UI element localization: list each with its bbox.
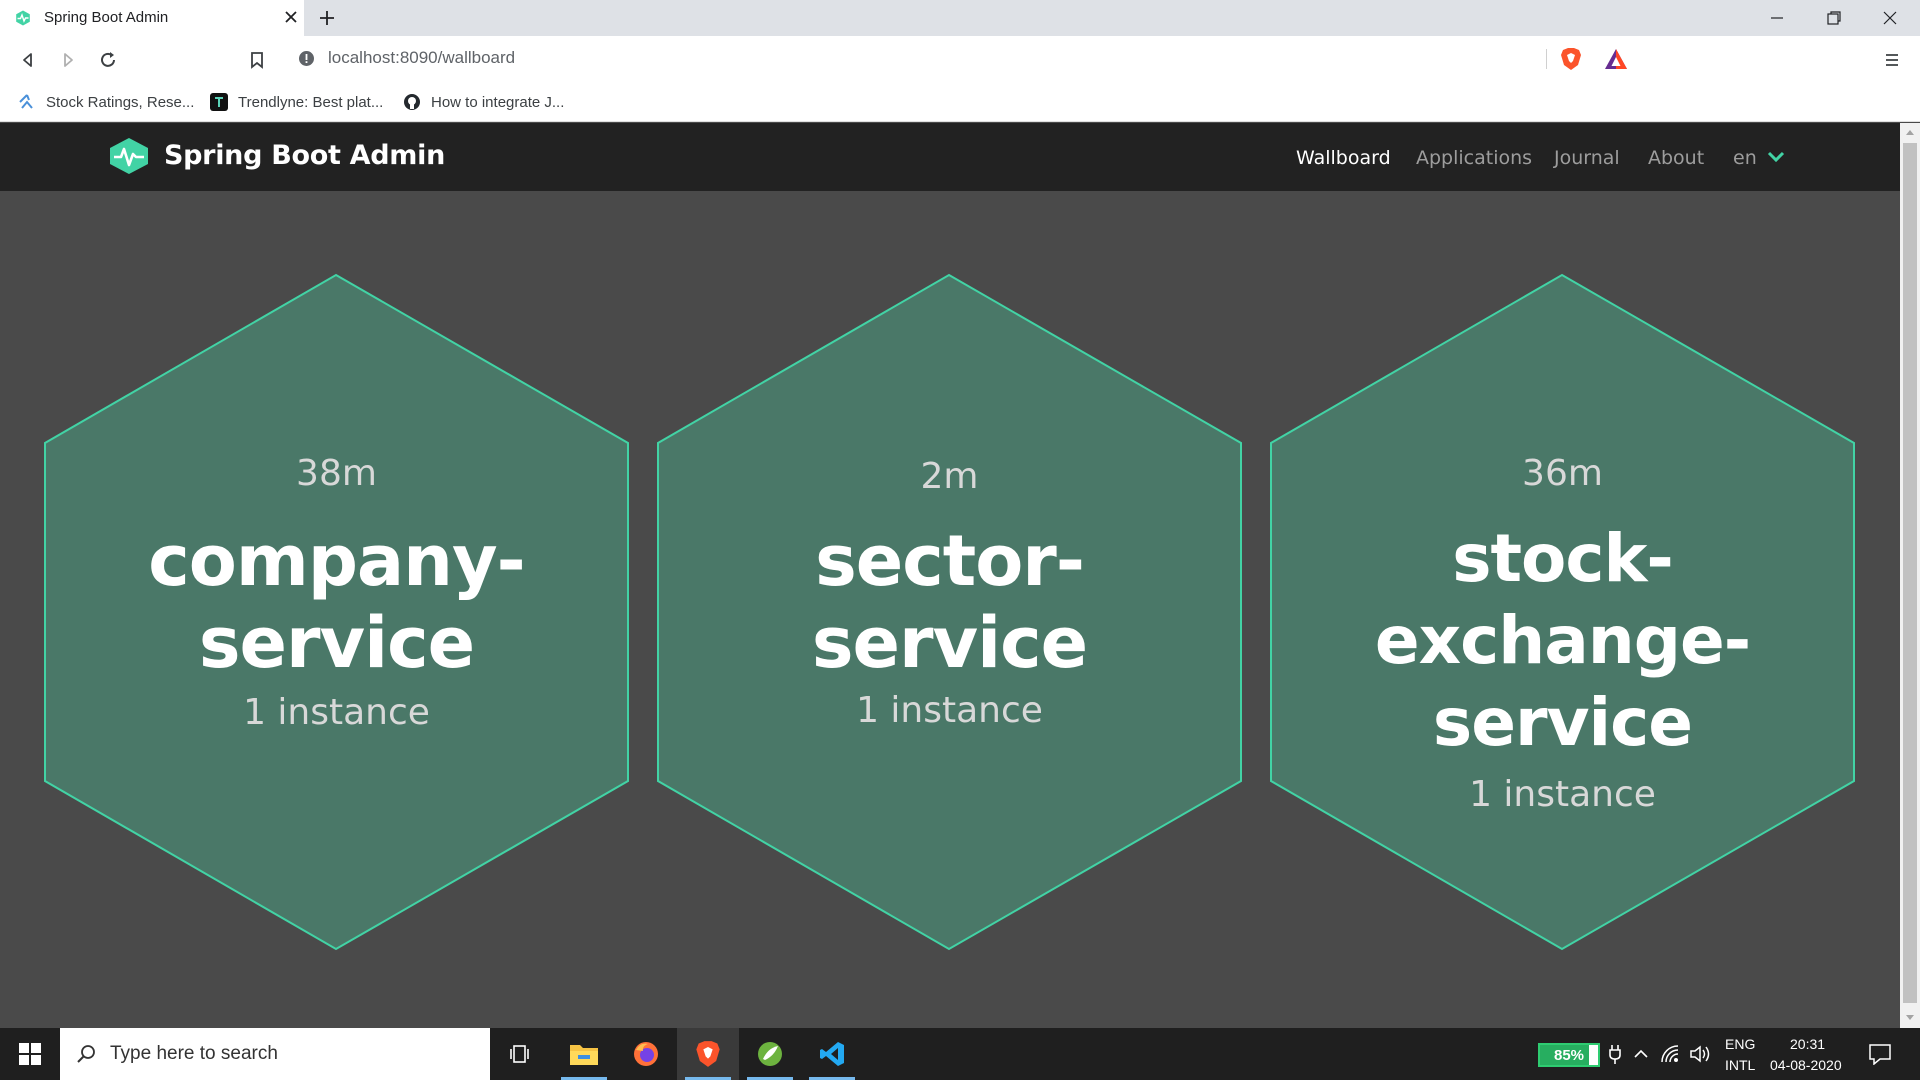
brave-icon — [696, 1041, 720, 1067]
vscode-icon — [820, 1042, 844, 1066]
clock-time[interactable]: 20:31 — [1790, 1036, 1825, 1052]
reload-icon[interactable] — [96, 48, 120, 72]
app-uptime: 36m — [1522, 453, 1603, 494]
spring-tool-suite-icon — [758, 1042, 782, 1066]
bookmark-item[interactable]: How to integrate J... — [403, 90, 564, 114]
bookmark-label: Trendlyne: Best plat... — [238, 93, 384, 111]
scroll-up-icon[interactable] — [1904, 127, 1916, 139]
task-view-button[interactable] — [490, 1028, 552, 1080]
app-name: company- service — [45, 520, 628, 684]
restore-icon — [1827, 11, 1841, 25]
app-instance-count: 1 instance — [856, 690, 1043, 731]
restore-button[interactable] — [1806, 0, 1862, 36]
close-window-button[interactable] — [1862, 0, 1918, 36]
bookmark-label: Stock Ratings, Rese... — [46, 93, 195, 111]
search-placeholder: Type here to search — [110, 1043, 278, 1064]
input-layout[interactable]: INTL — [1725, 1057, 1755, 1073]
chevron-up-icon[interactable] — [1632, 1046, 1650, 1062]
start-button[interactable] — [0, 1028, 60, 1080]
bookmarks-bar: Stock Ratings, Rese... Trendlyne: Best p… — [0, 82, 1920, 122]
page-scrollbar[interactable] — [1900, 123, 1920, 1028]
battery-indicator[interactable]: 85% — [1538, 1043, 1600, 1067]
browser-menu-icon[interactable] — [1880, 48, 1904, 72]
app-card-stock-exchange-service[interactable]: 36m stock-exchange- service 1 instance — [1271, 453, 1854, 815]
app-uptime: 2m — [920, 456, 979, 497]
app-name-line: service — [198, 602, 475, 684]
battery-percent: 85% — [1553, 1047, 1585, 1064]
app-name-line: stock-exchange- — [1374, 520, 1751, 679]
forward-icon[interactable] — [56, 48, 80, 72]
search-icon — [77, 1045, 95, 1063]
windows-logo-icon — [19, 1043, 41, 1065]
app-name-line: sector- — [815, 520, 1085, 602]
power-plug-icon — [1609, 1045, 1621, 1064]
windows-taskbar: Type here to search 85% ENG INTL 20:31 0… — [0, 1028, 1920, 1080]
app-name: stock-exchange- service — [1271, 518, 1854, 764]
wallboard-page: Spring Boot Admin Wallboard Applications… — [0, 123, 1900, 1028]
notifications-icon[interactable] — [1868, 1043, 1892, 1065]
taskbar-firefox[interactable] — [615, 1028, 677, 1080]
app-name-line: service — [1432, 684, 1693, 761]
browser-tabstrip: Spring Boot Admin — [0, 0, 1920, 36]
trendlyne-favicon-icon — [210, 93, 228, 111]
task-view-icon — [510, 1045, 529, 1063]
bookmark-item[interactable]: Trendlyne: Best plat... — [210, 90, 383, 114]
scrollbar-thumb[interactable] — [1903, 143, 1917, 1003]
taskbar-spring-tool-suite[interactable] — [739, 1028, 801, 1080]
app-name-line: company- — [148, 520, 525, 602]
brave-shields-icon[interactable] — [1560, 47, 1582, 71]
address-bar[interactable]: localhost:8090/wallboard — [286, 41, 1636, 76]
scroll-down-icon[interactable] — [1904, 1011, 1916, 1023]
app-card-sector-service[interactable]: 2m sector- service 1 instance — [658, 456, 1241, 731]
app-instance-count: 1 instance — [243, 692, 430, 733]
taskbar-vscode[interactable] — [801, 1028, 863, 1080]
volume-icon[interactable] — [1689, 1044, 1713, 1064]
wifi-icon[interactable] — [1660, 1044, 1682, 1064]
input-language[interactable]: ENG — [1725, 1036, 1755, 1052]
app-card-company-service[interactable]: 38m company- service 1 instance — [45, 453, 628, 733]
address-bar-divider — [1546, 49, 1547, 69]
browser-toolbar: localhost:8090/wallboard — [0, 36, 1920, 82]
app-uptime: 38m — [296, 453, 377, 494]
back-icon[interactable] — [16, 48, 40, 72]
firefox-icon — [634, 1042, 658, 1066]
taskbar-file-explorer[interactable] — [553, 1028, 615, 1080]
github-favicon-icon — [404, 94, 420, 110]
minimize-icon — [1771, 17, 1783, 19]
bookmark-label: How to integrate J... — [431, 93, 565, 111]
taskbar-search-box[interactable]: Type here to search — [60, 1028, 490, 1080]
close-window-icon — [1883, 11, 1897, 25]
minimize-button[interactable] — [1749, 0, 1805, 36]
clock-date[interactable]: 04-08-2020 — [1770, 1057, 1842, 1073]
stock-ratings-favicon-icon — [19, 94, 33, 109]
bookmark-icon[interactable] — [245, 48, 269, 72]
taskbar-brave[interactable] — [677, 1028, 739, 1080]
screen: Spring Boot Admin localhost:8090/wallboa… — [0, 0, 1920, 1080]
tab-title: Spring Boot Admin — [44, 9, 169, 26]
close-tab-icon[interactable] — [280, 6, 302, 28]
app-name-line: service — [811, 602, 1088, 684]
browser-tab[interactable]: Spring Boot Admin — [0, 0, 304, 36]
app-name: sector- service — [658, 520, 1241, 684]
new-tab-icon[interactable] — [316, 7, 338, 29]
file-explorer-icon — [570, 1045, 598, 1065]
app-instance-count: 1 instance — [1469, 774, 1656, 815]
site-info-icon[interactable] — [298, 50, 315, 67]
url-text: localhost:8090/wallboard — [328, 48, 516, 67]
bookmark-item[interactable]: Stock Ratings, Rese... — [18, 90, 194, 114]
spring-boot-admin-favicon-icon — [16, 10, 30, 26]
brave-rewards-icon[interactable] — [1604, 48, 1628, 70]
